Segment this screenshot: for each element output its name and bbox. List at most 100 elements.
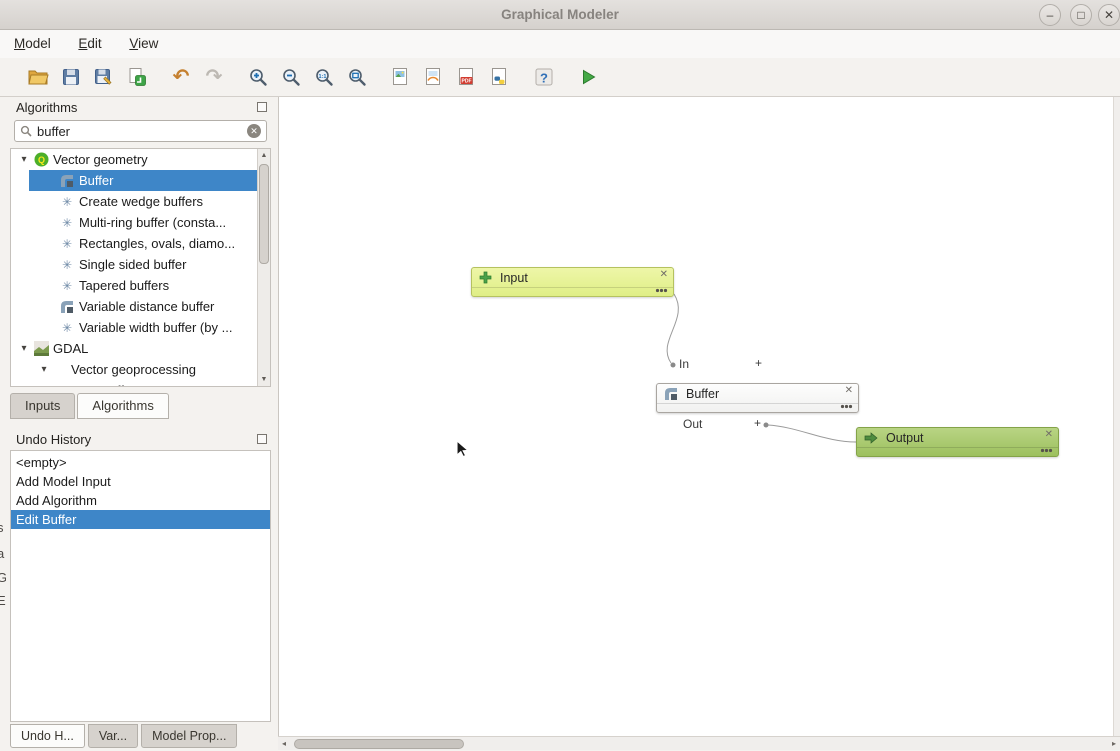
menu-view[interactable]: View <box>119 31 168 55</box>
delete-node-icon[interactable]: ✕ <box>1045 429 1053 440</box>
scroll-up-icon[interactable]: ▲ <box>258 149 270 162</box>
expand-node-icon[interactable] <box>1040 448 1053 453</box>
export-as-python-button[interactable] <box>485 62 515 92</box>
maximize-button[interactable]: □ <box>1070 4 1092 26</box>
open-model-button[interactable] <box>23 62 53 92</box>
out-socket-dot[interactable] <box>764 423 769 428</box>
tree-item-variable-width-buffer[interactable]: ✳ Variable width buffer (by ... <box>11 317 257 338</box>
tab-undo-history[interactable]: Undo H... <box>10 724 85 748</box>
zoom-out-icon <box>280 66 302 88</box>
tree-item-multi-ring-buffer[interactable]: ✳ Multi-ring buffer (consta... <box>11 212 257 233</box>
run-model-button[interactable] <box>573 62 603 92</box>
export-pdf-icon: PDF <box>456 66 478 88</box>
delete-node-icon[interactable]: ✕ <box>660 269 668 280</box>
toolbar: ↶ ↷ 1:1 PDF ? <box>0 58 1120 97</box>
svg-text:1:1: 1:1 <box>319 74 327 80</box>
close-icon: ✕ <box>1104 8 1114 22</box>
tab-inputs[interactable]: Inputs <box>10 393 75 419</box>
scroll-down-icon[interactable]: ▼ <box>258 373 270 386</box>
scroll-left-icon[interactable]: ◂ <box>282 737 286 751</box>
zoom-in-button[interactable] <box>243 62 273 92</box>
input-node[interactable]: Input ✕ <box>471 267 674 297</box>
undo-button[interactable]: ↶ <box>166 62 196 92</box>
tab-model-properties[interactable]: Model Prop... <box>141 724 237 748</box>
export-as-pdf-button[interactable]: PDF <box>452 62 482 92</box>
hscroll-thumb[interactable] <box>294 739 464 749</box>
scroll-right-icon[interactable]: ▸ <box>1112 737 1116 751</box>
undo-item-edit-buffer[interactable]: Edit Buffer <box>11 510 270 529</box>
tab-algorithms[interactable]: Algorithms <box>77 393 168 419</box>
zoom-in-icon <box>247 66 269 88</box>
output-node[interactable]: Output ✕ <box>856 427 1059 457</box>
tree-item-variable-distance-buffer[interactable]: Variable distance buffer <box>11 296 257 317</box>
help-button[interactable]: ? <box>529 62 559 92</box>
expand-node-icon[interactable] <box>840 404 853 409</box>
export-svg-icon <box>423 66 445 88</box>
float-panel-button[interactable] <box>257 434 267 444</box>
search-icon <box>20 125 32 137</box>
clipped-text-fragment: a <box>0 546 6 561</box>
canvas-vscrollbar[interactable] <box>1113 97 1120 736</box>
tree-item-buffer-vectors[interactable]: ✳ Buffer vectors <box>11 380 257 386</box>
tree-item-vector-geoprocessing[interactable]: ▾ Vector geoprocessing <box>11 359 257 380</box>
zoom-actual-size-icon: 1:1 <box>313 66 335 88</box>
tree-item-buffer[interactable]: Buffer <box>11 170 257 191</box>
tab-variables[interactable]: Var... <box>88 724 138 748</box>
in-socket-dot[interactable] <box>671 363 676 368</box>
chevron-down-icon[interactable]: ▾ <box>37 364 51 375</box>
tree-item-label: Single sided buffer <box>79 257 186 272</box>
tree-item-label: GDAL <box>53 341 88 356</box>
save-model-in-project-button[interactable] <box>122 62 152 92</box>
menu-model[interactable]: Model <box>4 31 61 55</box>
undo-item-empty[interactable]: <empty> <box>11 453 270 472</box>
minimize-button[interactable]: – <box>1039 4 1061 26</box>
chevron-down-icon[interactable]: ▾ <box>17 343 31 354</box>
zoom-full-button[interactable] <box>342 62 372 92</box>
tree-item-gdal[interactable]: ▾ GDAL <box>11 338 257 359</box>
input-to-buffer-wire <box>667 294 678 363</box>
delete-node-icon[interactable]: ✕ <box>845 385 853 396</box>
algorithm-icon: ✳ <box>57 216 77 230</box>
svg-text:Q: Q <box>37 155 44 165</box>
scrollbar-thumb[interactable] <box>259 164 269 264</box>
algorithm-search-box[interactable]: buffer ✕ <box>14 120 267 142</box>
buffer-node[interactable]: Buffer ✕ <box>656 383 859 413</box>
save-model-button[interactable] <box>56 62 86 92</box>
undo-item-add-model-input[interactable]: Add Model Input <box>11 472 270 491</box>
open-folder-icon <box>27 66 49 88</box>
zoom-full-icon <box>346 66 368 88</box>
chevron-down-icon[interactable]: ▾ <box>17 154 31 165</box>
save-model-as-button[interactable] <box>89 62 119 92</box>
tree-item-label: Buffer vectors <box>101 383 181 386</box>
save-in-project-icon <box>126 66 148 88</box>
redo-button[interactable]: ↷ <box>199 62 229 92</box>
export-python-icon <box>489 66 511 88</box>
menubar: Model Edit View <box>0 30 1120 58</box>
undo-history-title: Undo History <box>16 432 91 447</box>
search-input[interactable]: buffer <box>37 124 242 139</box>
tree-item-vector-geometry[interactable]: ▾ Q Vector geometry <box>11 149 257 170</box>
tree-item-rectangles-ovals[interactable]: ✳ Rectangles, ovals, diamo... <box>11 233 257 254</box>
tree-item-single-sided-buffer[interactable]: ✳ Single sided buffer <box>11 254 257 275</box>
buffer-out-add-icon[interactable]: + <box>754 416 761 430</box>
left-panel-tabs: Inputs Algorithms <box>10 393 171 419</box>
zoom-actual-size-button[interactable]: 1:1 <box>309 62 339 92</box>
clipped-text-fragment: E <box>0 593 6 608</box>
undo-item-add-algorithm[interactable]: Add Algorithm <box>11 491 270 510</box>
close-button[interactable]: ✕ <box>1098 4 1120 26</box>
undo-icon: ↶ <box>173 67 190 87</box>
canvas-hscrollbar[interactable]: ◂ ▸ <box>278 736 1120 750</box>
clear-search-icon[interactable]: ✕ <box>247 124 261 138</box>
tree-item-tapered-buffers[interactable]: ✳ Tapered buffers <box>11 275 257 296</box>
tree-scrollbar[interactable]: ▲ ▼ <box>257 149 270 386</box>
float-panel-button[interactable] <box>257 102 267 112</box>
tree-item-create-wedge-buffers[interactable]: ✳ Create wedge buffers <box>11 191 257 212</box>
menu-edit[interactable]: Edit <box>68 31 111 55</box>
expand-node-icon[interactable] <box>655 288 668 293</box>
export-as-image-button[interactable] <box>386 62 416 92</box>
tree-item-label: Rectangles, ovals, diamo... <box>79 236 235 251</box>
model-canvas[interactable]: Input ✕ In + Buffer ✕ Out + Output ✕ <box>278 97 1120 736</box>
buffer-in-add-icon[interactable]: + <box>755 356 762 370</box>
zoom-out-button[interactable] <box>276 62 306 92</box>
export-as-svg-button[interactable] <box>419 62 449 92</box>
